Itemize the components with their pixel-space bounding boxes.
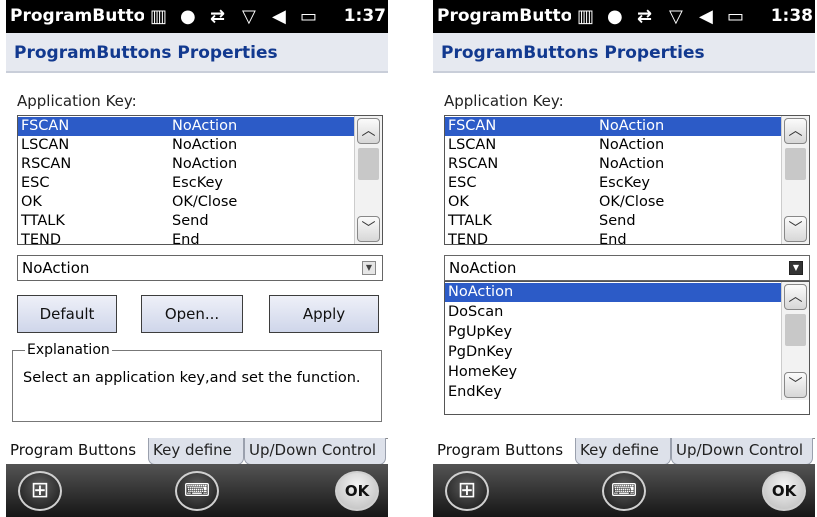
tab-program-buttons[interactable]: Program Buttons [6,438,148,465]
list-item[interactable]: TEND End [445,231,781,244]
scroll-thumb[interactable] [358,148,379,180]
apply-button[interactable]: Apply [269,295,379,333]
list-item[interactable]: TTALK Send [445,212,781,231]
volume-icon[interactable]: ◀ [272,5,286,29]
battery-grid-icon: ▥ [150,6,168,27]
dropdown-scrollbar[interactable]: ︿ ﹀ [781,282,809,400]
combo-value: NoAction [22,259,90,277]
dropdown-option[interactable]: PgDnKey [445,343,781,362]
clock[interactable]: 1:38 [755,6,813,26]
action-combobox[interactable]: NoAction ▼ [17,255,383,281]
scroll-thumb[interactable] [785,148,806,180]
tab-program-buttons[interactable]: Program Buttons [433,438,575,465]
record-icon: ● [180,6,196,27]
scroll-down-button[interactable]: ﹀ [784,372,807,398]
explanation-text: Select an application key,and set the fu… [23,370,361,386]
list-scrollbar[interactable]: ︿ ﹀ [781,116,809,244]
app-title: ProgramButtons [437,6,571,26]
scroll-up-button[interactable]: ︿ [357,118,380,144]
battery-grid-icon: ▥ [577,6,595,27]
ok-button[interactable]: OK [335,471,379,511]
chevron-down-icon[interactable]: ▼ [362,261,376,275]
scroll-down-button[interactable]: ﹀ [357,216,380,242]
status-bar: ProgramButtons ▥ ● ⇄ ▽ ◀ ▭ 1:38 [433,0,815,33]
scroll-thumb[interactable] [785,314,806,346]
start-button[interactable]: ⊞ [445,471,489,511]
tab-up-down-control[interactable]: Up/Down Control [244,438,386,465]
application-key-list[interactable]: FSCAN NoAction LSCAN NoAction RSCAN NoActio… [17,115,383,245]
list-item[interactable]: FSCAN NoAction [18,117,354,136]
tab-key-define[interactable]: Key define [148,438,244,465]
charging-icon: ▭ [727,6,745,27]
sync-icon: ⇄ [637,6,653,27]
action-combobox[interactable]: NoAction ▼ [444,255,810,281]
status-icons: ▥ ● ⇄ ▽ ◀ ▭ [577,5,753,29]
phone-screen-right: ProgramButtons ▥ ● ⇄ ▽ ◀ ▭ 1:38 ProgramB… [433,0,815,517]
start-button[interactable]: ⊞ [18,471,62,511]
application-key-list[interactable]: FSCAN NoAction LSCAN NoAction RSCAN NoActio… [444,115,810,245]
list-item[interactable]: LSCAN NoAction [18,136,354,155]
list-item[interactable]: ESC EscKey [445,174,781,193]
signal-off-icon: ▽ [242,6,256,27]
status-bar: ProgramButtons ▥ ● ⇄ ▽ ◀ ▭ 1:37 [6,0,388,33]
page-title: ProgramButtons Properties [433,33,815,73]
default-button[interactable]: Default [17,295,117,333]
keyboard-icon: ⌨ [611,480,637,501]
tab-bar: Program Buttons Key define Up/Down Contr… [433,438,815,465]
list-item[interactable]: LSCAN NoAction [445,136,781,155]
explanation-group: Explanation Select an application key,an… [12,342,382,422]
tab-bar: Program Buttons Key define Up/Down Contr… [6,438,388,465]
sync-icon: ⇄ [210,6,226,27]
softkey-bar: ⊞ ⌨ OK [6,464,388,517]
explanation-title: Explanation [25,342,112,358]
scroll-up-button[interactable]: ︿ [784,284,807,310]
dropdown-option[interactable]: NoAction [445,283,781,302]
ok-button[interactable]: OK [762,471,806,511]
list-item[interactable]: RSCAN NoAction [445,155,781,174]
tab-up-down-control[interactable]: Up/Down Control [671,438,813,465]
signal-off-icon: ▽ [669,6,683,27]
windows-logo-icon: ⊞ [30,478,50,503]
clock[interactable]: 1:37 [328,6,386,26]
list-item[interactable]: ESC EscKey [18,174,354,193]
list-scrollbar[interactable]: ︿ ﹀ [354,116,382,244]
application-key-label: Application Key: [444,92,564,110]
status-icons: ▥ ● ⇄ ▽ ◀ ▭ [150,5,326,29]
app-title: ProgramButtons [10,6,144,26]
phone-screen-left: ProgramButtons ▥ ● ⇄ ▽ ◀ ▭ 1:37 ProgramB… [6,0,388,517]
keyboard-button[interactable]: ⌨ [175,471,219,511]
action-dropdown-list[interactable]: NoAction DoScan PgUpKey PgDnKey HomeKey … [444,281,810,415]
dropdown-option[interactable]: HomeKey [445,363,781,382]
dropdown-option[interactable]: EndKey [445,383,781,402]
list-item[interactable]: RSCAN NoAction [18,155,354,174]
dropdown-option[interactable]: DoScan [445,303,781,322]
combo-value: NoAction [449,259,517,277]
scroll-down-button[interactable]: ﹀ [784,216,807,242]
scroll-up-button[interactable]: ︿ [784,118,807,144]
volume-icon[interactable]: ◀ [699,5,713,29]
tab-key-define[interactable]: Key define [575,438,671,465]
list-item[interactable]: TTALK Send [18,212,354,231]
record-icon: ● [607,6,623,27]
dropdown-option[interactable]: PgUpKey [445,323,781,342]
keyboard-button[interactable]: ⌨ [602,471,646,511]
list-item[interactable]: TEND End [18,231,354,244]
open-button[interactable]: Open... [141,295,243,333]
softkey-bar: ⊞ ⌨ OK [433,464,815,517]
windows-logo-icon: ⊞ [457,478,477,503]
list-item[interactable]: FSCAN NoAction [445,117,781,136]
chevron-down-icon[interactable]: ▼ [789,261,803,275]
application-key-label: Application Key: [17,92,137,110]
keyboard-icon: ⌨ [184,480,210,501]
list-item[interactable]: OK OK/Close [18,193,354,212]
list-item[interactable]: OK OK/Close [445,193,781,212]
charging-icon: ▭ [300,6,318,27]
page-title: ProgramButtons Properties [6,33,388,73]
